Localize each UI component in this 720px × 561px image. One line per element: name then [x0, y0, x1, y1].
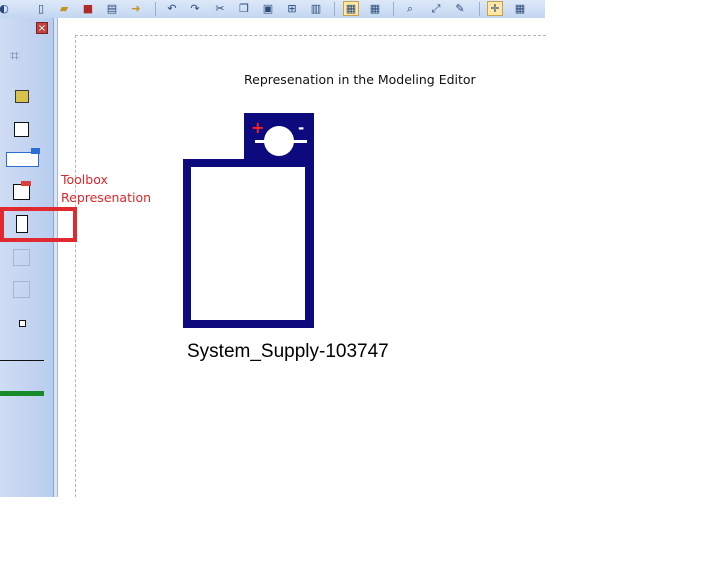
copy-icon[interactable]: ❐	[236, 1, 252, 16]
print-icon[interactable]: ▤	[104, 1, 120, 16]
toolbox-annotation: Toolbox Represenation	[61, 171, 151, 207]
zoom-fit-icon[interactable]: ⤢	[428, 1, 444, 16]
cut-icon[interactable]: ✂	[212, 1, 228, 16]
toolbar-separator	[155, 2, 156, 16]
toolbar-separator	[479, 2, 480, 16]
tool-window-shape[interactable]	[6, 152, 39, 167]
zoom-icon[interactable]: ⌕	[402, 1, 418, 16]
supply-symbol-interior	[191, 167, 305, 320]
tool-rectangle[interactable]	[14, 122, 29, 137]
tool-disabled-1[interactable]	[13, 249, 30, 266]
find-icon[interactable]: ⊞	[284, 1, 300, 16]
edit-icon[interactable]: ✎	[452, 1, 468, 16]
close-icon[interactable]: ×	[36, 22, 48, 34]
symbol-name-label: System_Supply-103747	[187, 341, 389, 362]
tool-frame-marker	[21, 181, 31, 186]
redo-icon[interactable]: ↷	[187, 1, 203, 16]
tool-line[interactable]	[0, 360, 44, 361]
snap-icon[interactable]: ✛	[487, 1, 503, 16]
undo-icon[interactable]: ↶	[164, 1, 180, 16]
save-icon[interactable]: ■	[80, 1, 96, 16]
supply-symbol-body[interactable]	[183, 159, 314, 328]
properties-icon[interactable]: ▥	[308, 1, 324, 16]
canvas-title: Represenation in the Modeling Editor	[244, 72, 476, 87]
minus-terminal-icon: -	[298, 119, 305, 137]
plus-terminal-icon: +	[251, 118, 265, 137]
tool-frame[interactable]	[13, 184, 30, 200]
tool-filled-rectangle[interactable]	[15, 90, 29, 103]
tool-window-shape-corner	[31, 148, 40, 154]
new-icon[interactable]: ▯	[33, 1, 49, 16]
grid-icon[interactable]: ▦	[367, 1, 383, 16]
open-icon[interactable]: ▰	[56, 1, 72, 16]
main-toolbar: ◐ ▯ ▰ ■ ▤ ➜ ↶ ↷ ✂ ❐ ▣ ⊞ ▥ ▦ ▦ ⌕ ⤢ ✎ ✛ ▦	[0, 0, 545, 19]
toolbar-separator	[334, 2, 335, 16]
view-icon[interactable]: ▦	[343, 1, 359, 16]
supply-symbol-circle	[264, 126, 294, 156]
toolbox-annotation-line1: Toolbox	[61, 172, 108, 187]
toolbox-annotation-line2: Represenation	[61, 190, 152, 205]
tool-point[interactable]	[19, 320, 26, 327]
toolbox-highlight-box	[0, 207, 77, 242]
pointer-tool-icon[interactable]: ⌗	[10, 46, 19, 66]
tool-green-line[interactable]	[0, 391, 44, 396]
toolbox-panel: × ⌗	[0, 18, 54, 497]
toolbar-separator	[393, 2, 394, 16]
table-icon[interactable]: ▦	[512, 1, 528, 16]
paste-icon[interactable]: ▣	[260, 1, 276, 16]
app-icon[interactable]: ◐	[0, 1, 12, 16]
tool-disabled-2[interactable]	[13, 281, 30, 298]
export-icon[interactable]: ➜	[128, 1, 144, 16]
